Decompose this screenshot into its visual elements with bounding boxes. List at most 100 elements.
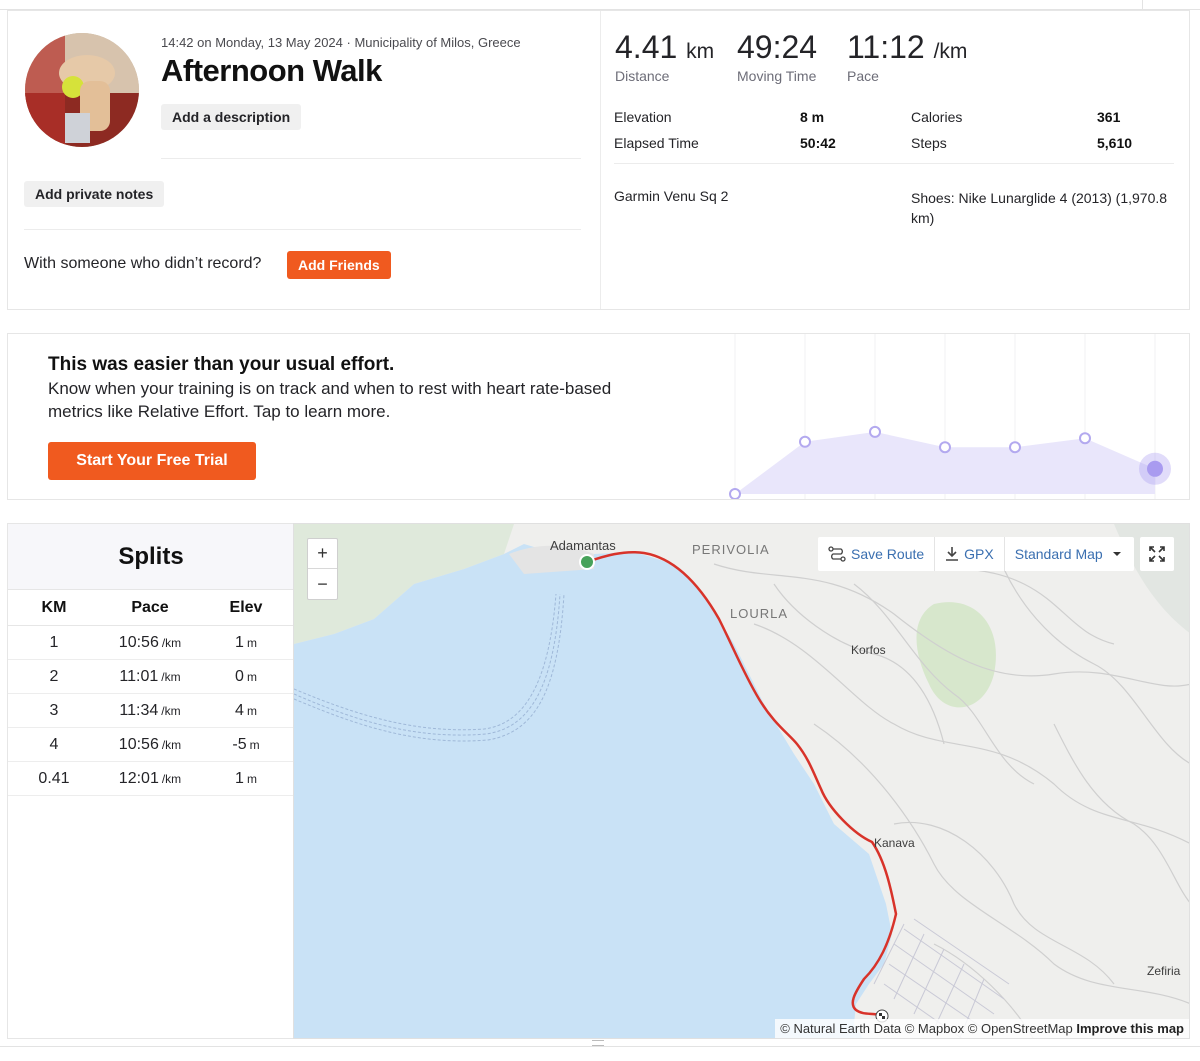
split-row: 3 11:34/km 4 m (8, 694, 294, 728)
map-label-kanava: Kanava (874, 836, 915, 850)
split-pace: 11:34/km (100, 694, 200, 727)
map-label-adamantas: Adamantas (550, 538, 616, 553)
splits-title: Splits (8, 524, 294, 590)
zoom-out-button[interactable]: − (308, 569, 337, 599)
split-elev-unit: m (246, 669, 257, 684)
effort-heading: This was easier than your usual effort. (48, 354, 395, 375)
split-km: 1 (49, 633, 59, 651)
effort-point (939, 441, 951, 454)
split-elev-value: 0 (235, 667, 244, 685)
split-elev-value: 1 (235, 769, 244, 787)
divider (24, 229, 581, 230)
distance-value: 4.41 (615, 29, 678, 65)
card-divider (600, 11, 601, 309)
expand-icon (1149, 546, 1165, 562)
pace-label: Pace (847, 68, 879, 84)
save-route-label: Save Route (851, 546, 925, 562)
attribution-text: © Natural Earth Data © Mapbox © OpenStre… (780, 1021, 1073, 1036)
distance-label: Distance (615, 68, 670, 84)
shoes-info: Shoes: Nike Lunarglide 4 (2013) (1,970.8… (911, 190, 1168, 226)
calories-value: 361 (1097, 109, 1121, 125)
split-row: 1 10:56/km 1 m (8, 626, 294, 660)
device-name: Garmin Venu Sq 2 (614, 188, 729, 204)
elevation-value: 8 m (800, 109, 825, 125)
avatar-photo (25, 33, 139, 147)
split-km: 2 (49, 667, 59, 685)
pace-stat: 11:12 /km Pace (847, 29, 967, 84)
split-elev: 1m (200, 626, 292, 659)
add-friends-button[interactable]: Add Friends (287, 251, 391, 279)
split-pace-unit: /km (161, 703, 181, 718)
add-description-button[interactable]: Add a description (161, 104, 302, 130)
split-elev-unit: m (249, 737, 260, 752)
improve-map-link[interactable]: Improve this map (1076, 1021, 1184, 1036)
pace-unit: /km (933, 40, 968, 63)
split-elev: -5 m (200, 728, 292, 761)
split-km: 4 (49, 735, 59, 753)
effort-point (729, 488, 741, 499)
split-row: 0.41 12:01/km 1 m (8, 762, 294, 796)
km-header: KM (41, 598, 67, 616)
pace-header: Pace (131, 598, 169, 616)
map-type-dropdown[interactable]: Standard Map (1005, 537, 1134, 571)
route-start-marker (579, 554, 595, 570)
chevron-down-icon (1112, 552, 1121, 556)
split-pace-value: 11:01 (119, 667, 159, 685)
split-pace: 11:01/km (100, 660, 200, 693)
effort-description: Know when your training is on track and … (48, 379, 612, 421)
effort-point (869, 425, 881, 438)
split-elev-value: 4 (235, 701, 244, 719)
gpx-download-button[interactable]: GPX (935, 537, 1005, 571)
divider (614, 163, 1174, 164)
splits-panel: Splits KM Pace Elev 1 10:56/km 1 m 2 11:01/km… (7, 523, 294, 1039)
split-pace-unit: /km (161, 771, 182, 786)
elapsed-time-value: 50:42 (800, 135, 836, 151)
distance-unit: km (686, 40, 715, 63)
activity-title: Afternoon Walk (161, 53, 382, 88)
activity-meta: 14:42 on Monday, 13 May 2024 · Municipal… (161, 35, 521, 50)
elev-header: Elev (229, 598, 263, 616)
split-pace-value: 10:56 (118, 735, 159, 753)
save-route-button[interactable]: Save Route (818, 537, 936, 571)
relative-effort-card: This was easier than your usual effort. … (7, 333, 1190, 500)
fullscreen-button[interactable] (1140, 537, 1174, 571)
athlete-avatar[interactable] (25, 33, 139, 147)
route-map[interactable]: Adamantas PERIVOLIA LOURLA Korfos Kanava… (293, 523, 1190, 1039)
split-pace: 10:56/km (100, 626, 200, 659)
map-label-zefiria: Zefiria (1147, 964, 1181, 978)
top-strip-divider (1142, 0, 1143, 10)
map-label-perivolia: PERIVOLIA (692, 542, 770, 557)
split-pace-unit: /km (161, 737, 182, 752)
split-elev-unit: m (246, 771, 257, 786)
gpx-label: GPX (964, 546, 994, 562)
effort-point (1079, 432, 1091, 445)
top-strip (0, 0, 1200, 10)
add-private-notes-button[interactable]: Add private notes (24, 181, 165, 207)
split-pace-value: 11:34 (119, 701, 159, 719)
distance-stat: 4.41 km Distance (615, 29, 714, 84)
split-elev: 1m (200, 762, 292, 795)
start-free-trial-button[interactable]: Start Your Free Trial (48, 442, 256, 480)
effort-point (1009, 441, 1021, 454)
route-icon (828, 546, 846, 562)
split-pace: 12:01/km (100, 762, 200, 795)
zoom-in-button[interactable]: + (308, 539, 337, 569)
split-km: 0.41 (38, 769, 70, 787)
elevation-label: Elevation (614, 109, 672, 125)
effort-point (799, 435, 811, 448)
map-canvas[interactable] (294, 524, 1190, 1039)
download-icon (946, 547, 959, 561)
zoom-control: + − (307, 538, 338, 600)
elapsed-time-label: Elapsed Time (614, 135, 699, 151)
split-pace: 10:56/km (100, 728, 200, 761)
effort-chart (729, 334, 1171, 499)
friends-prompt: With someone who didn’t record? (24, 255, 262, 272)
map-toolbar: Save Route GPX Standard Map (818, 537, 1134, 571)
map-type-label: Standard Map (1014, 546, 1103, 562)
bottom-strip (0, 1046, 1200, 1061)
activity-summary-card: 14:42 on Monday, 13 May 2024 · Municipal… (7, 10, 1190, 310)
splits-header-row: KM Pace Elev (8, 590, 294, 626)
pace-value: 11:12 (847, 29, 925, 65)
split-elev-value: -5 (232, 735, 247, 753)
steps-label: Steps (911, 135, 947, 151)
